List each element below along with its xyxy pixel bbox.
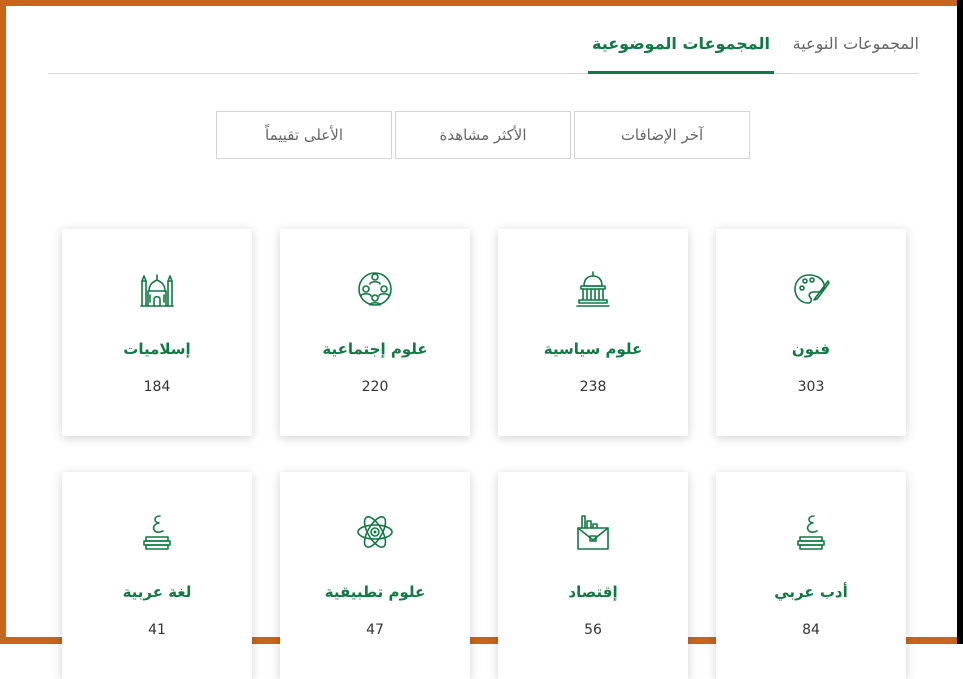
tab-type-collections[interactable]: المجموعات النوعية bbox=[793, 16, 919, 73]
frame-left-border bbox=[0, 0, 6, 644]
category-card-arabic-literature[interactable]: أدب عربي 84 bbox=[716, 472, 906, 679]
category-tabs: المجموعات النوعية المجموعات الموضوعية bbox=[48, 16, 919, 74]
category-count: 184 bbox=[143, 379, 171, 395]
mosque-icon bbox=[137, 269, 177, 309]
tab-subject-collections[interactable]: المجموعات الموضوعية bbox=[588, 16, 774, 74]
category-card-arts[interactable]: فنون 303 bbox=[716, 229, 906, 436]
category-name: إقتصاد bbox=[568, 583, 618, 601]
category-count: 220 bbox=[361, 379, 389, 395]
sort-most-viewed-button[interactable]: الأكثر مشاهدة bbox=[395, 111, 571, 159]
category-name: أدب عربي bbox=[774, 583, 848, 601]
category-card-social-sciences[interactable]: علوم إجتماعية 220 bbox=[280, 229, 470, 436]
palette-icon bbox=[791, 269, 831, 309]
category-name: إسلاميات bbox=[123, 340, 191, 358]
capitol-building-icon bbox=[573, 269, 613, 309]
category-name: علوم سياسية bbox=[543, 340, 643, 358]
sort-top-rated-button[interactable]: الأعلى تقييماً bbox=[216, 111, 392, 159]
atom-icon bbox=[355, 512, 395, 552]
category-card-economics[interactable]: إقتصاد 56 bbox=[498, 472, 688, 679]
sort-latest-button[interactable]: آخر الإضافات bbox=[574, 111, 750, 159]
people-network-icon bbox=[355, 269, 395, 309]
frame-right-border bbox=[957, 0, 963, 644]
category-count: 303 bbox=[797, 379, 825, 395]
briefcase-chart-icon bbox=[573, 512, 613, 552]
arabic-letter-books-icon bbox=[137, 512, 177, 552]
category-name: لغة عربية bbox=[122, 583, 192, 601]
category-card-political-science[interactable]: علوم سياسية 238 bbox=[498, 229, 688, 436]
category-count: 84 bbox=[802, 622, 820, 638]
category-card-arabic-language[interactable]: لغة عربية 41 bbox=[62, 472, 252, 679]
category-card-applied-sciences[interactable]: علوم تطبيقية 47 bbox=[280, 472, 470, 679]
category-card-islamic-studies[interactable]: إسلاميات 184 bbox=[62, 229, 252, 436]
category-name: علوم تطبيقية bbox=[324, 583, 426, 601]
category-name: فنون bbox=[791, 340, 831, 358]
frame-top-border bbox=[0, 0, 963, 6]
category-count: 56 bbox=[584, 622, 602, 638]
sort-options: الأعلى تقييماً الأكثر مشاهدة آخر الإضافا… bbox=[216, 111, 751, 161]
category-name: علوم إجتماعية bbox=[322, 340, 428, 358]
category-count: 41 bbox=[148, 622, 166, 638]
category-count: 47 bbox=[366, 622, 384, 638]
arabic-letter-books-icon bbox=[791, 512, 831, 552]
category-count: 238 bbox=[579, 379, 607, 395]
